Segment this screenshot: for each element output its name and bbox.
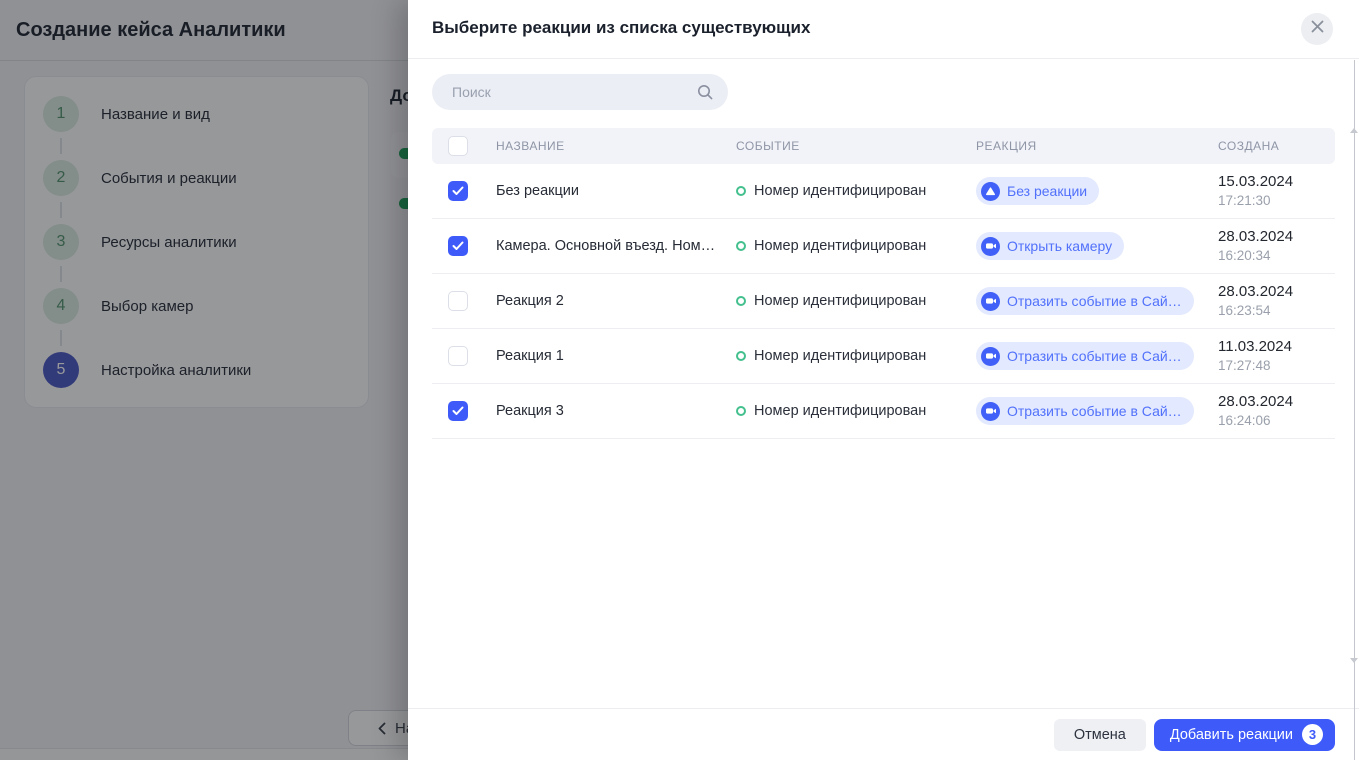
reaction-name: Реакция 3 <box>480 403 720 419</box>
reaction-badge: Отразить событие в Сай… <box>976 287 1194 315</box>
reaction-name: Без реакции <box>480 183 720 199</box>
table-header-row: НАЗВАНИЕ СОБЫТИЕ РЕАКЦИЯ СОЗДАНА <box>432 128 1335 164</box>
scroll-down-icon[interactable] <box>1350 658 1358 663</box>
row-checkbox[interactable] <box>448 236 468 256</box>
created-date: 15.03.2024 <box>1218 172 1335 191</box>
event-cell: Номер идентифицирован <box>720 403 960 419</box>
reaction-badge: Без реакции <box>976 177 1099 205</box>
close-button[interactable] <box>1301 13 1333 45</box>
table-row[interactable]: Реакция 2 Номер идентифицирован Отразить… <box>432 274 1335 329</box>
created-time: 16:24:06 <box>1218 411 1335 430</box>
event-label: Номер идентифицирован <box>754 238 926 254</box>
created-date: 28.03.2024 <box>1218 282 1335 301</box>
created-cell: 28.03.2024 16:24:06 <box>1202 392 1335 430</box>
event-label: Номер идентифицирован <box>754 183 926 199</box>
table-row[interactable]: Без реакции Номер идентифицирован Без ре… <box>432 164 1335 219</box>
created-date: 28.03.2024 <box>1218 392 1335 411</box>
screen: Создание кейса Аналитики 1 Название и ви… <box>0 0 1359 760</box>
reaction-badge: Отразить событие в Сай… <box>976 342 1194 370</box>
reaction-badge-label: Отразить событие в Сай… <box>1007 403 1182 419</box>
event-label: Номер идентифицирован <box>754 403 926 419</box>
reaction-badge-label: Отразить событие в Сай… <box>1007 348 1182 364</box>
reaction-badge: Отразить событие в Сай… <box>976 397 1194 425</box>
modal-footer: Отмена Добавить реакции 3 <box>408 708 1359 760</box>
column-header-name: НАЗВАНИЕ <box>480 139 720 153</box>
row-checkbox[interactable] <box>448 401 468 421</box>
modal-header: Выберите реакции из списка существующих <box>408 0 1359 59</box>
event-label: Номер идентифицирован <box>754 293 926 309</box>
event-status-icon <box>736 351 746 361</box>
event-cell: Номер идентифицирован <box>720 348 960 364</box>
event-cell: Номер идентифицирован <box>720 238 960 254</box>
reaction-name: Камера. Основной въезд. Ном… <box>480 238 720 254</box>
created-time: 16:20:34 <box>1218 246 1335 265</box>
table-body: Без реакции Номер идентифицирован Без ре… <box>432 164 1335 439</box>
modal-title: Выберите реакции из списка существующих <box>432 18 810 38</box>
column-header-event: СОБЫТИЕ <box>720 139 960 153</box>
camera-icon <box>981 237 1000 256</box>
row-checkbox[interactable] <box>448 291 468 311</box>
created-cell: 28.03.2024 16:23:54 <box>1202 282 1335 320</box>
table-row[interactable]: Реакция 3 Номер идентифицирован Отразить… <box>432 384 1335 439</box>
event-status-icon <box>736 406 746 416</box>
created-date: 11.03.2024 <box>1218 337 1335 356</box>
search-icon <box>696 83 714 101</box>
close-icon <box>1311 20 1324 38</box>
scrollbar-track[interactable] <box>1354 60 1355 760</box>
table-row[interactable]: Камера. Основной въезд. Ном… Номер идент… <box>432 219 1335 274</box>
created-time: 17:21:30 <box>1218 191 1335 210</box>
event-status-icon <box>736 296 746 306</box>
created-cell: 15.03.2024 17:21:30 <box>1202 172 1335 210</box>
select-reactions-modal: Выберите реакции из списка существующих … <box>408 0 1359 760</box>
reactions-table: НАЗВАНИЕ СОБЫТИЕ РЕАКЦИЯ СОЗДАНА Без реа… <box>432 128 1335 439</box>
selected-count-badge: 3 <box>1302 724 1323 745</box>
cancel-button[interactable]: Отмена <box>1054 719 1146 751</box>
scroll-up-icon[interactable] <box>1350 128 1358 133</box>
reaction-name: Реакция 1 <box>480 348 720 364</box>
created-cell: 28.03.2024 16:20:34 <box>1202 227 1335 265</box>
column-header-created: СОЗДАНА <box>1202 139 1335 153</box>
reaction-badge: Открыть камеру <box>976 232 1124 260</box>
no-reaction-icon <box>981 182 1000 201</box>
reaction-badge-label: Открыть камеру <box>1007 238 1112 254</box>
event-cell: Номер идентифицирован <box>720 183 960 199</box>
created-date: 28.03.2024 <box>1218 227 1335 246</box>
reaction-badge-label: Отразить событие в Сай… <box>1007 293 1182 309</box>
event-cell: Номер идентифицирован <box>720 293 960 309</box>
camera-icon <box>981 402 1000 421</box>
row-checkbox[interactable] <box>448 346 468 366</box>
select-all-checkbox[interactable] <box>448 136 468 156</box>
row-checkbox[interactable] <box>448 181 468 201</box>
created-cell: 11.03.2024 17:27:48 <box>1202 337 1335 375</box>
event-label: Номер идентифицирован <box>754 348 926 364</box>
camera-icon <box>981 347 1000 366</box>
search-field <box>432 74 728 110</box>
event-status-icon <box>736 186 746 196</box>
add-reactions-button[interactable]: Добавить реакции 3 <box>1154 719 1335 751</box>
created-time: 17:27:48 <box>1218 356 1335 375</box>
reaction-name: Реакция 2 <box>480 293 720 309</box>
add-reactions-label: Добавить реакции <box>1170 727 1293 743</box>
column-header-reaction: РЕАКЦИЯ <box>960 139 1202 153</box>
search-input[interactable] <box>450 83 696 101</box>
table-row[interactable]: Реакция 1 Номер идентифицирован Отразить… <box>432 329 1335 384</box>
created-time: 16:23:54 <box>1218 301 1335 320</box>
camera-icon <box>981 292 1000 311</box>
reaction-badge-label: Без реакции <box>1007 183 1087 199</box>
event-status-icon <box>736 241 746 251</box>
